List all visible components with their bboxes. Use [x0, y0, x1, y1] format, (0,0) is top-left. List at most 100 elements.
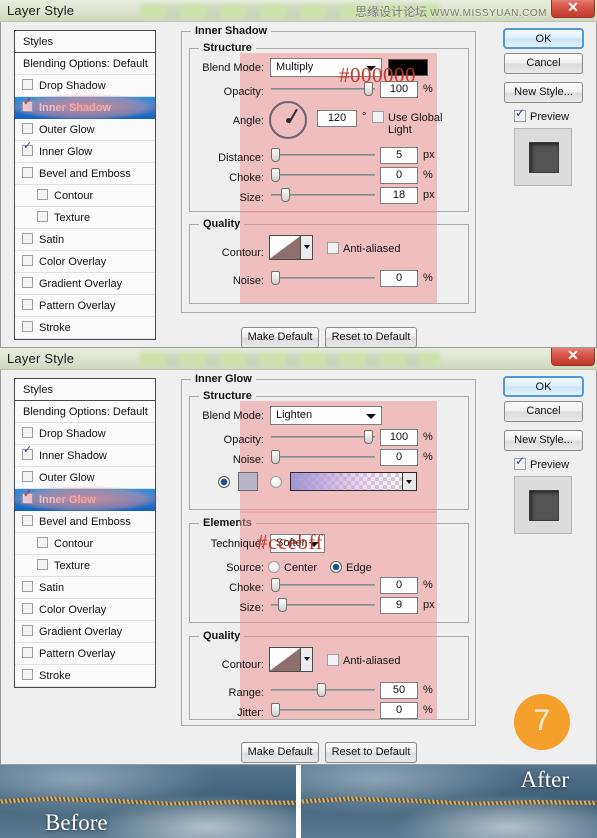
- styles-item-pattern-overlay[interactable]: Pattern Overlay: [15, 643, 155, 665]
- new-style-button[interactable]: New Style...: [504, 82, 583, 103]
- checkbox-icon[interactable]: [22, 515, 33, 526]
- checkbox-icon[interactable]: [22, 299, 33, 310]
- angle-input[interactable]: 120: [317, 110, 357, 127]
- styles-item-inner-glow[interactable]: Inner Glow: [15, 141, 155, 163]
- styles-item-blending-options[interactable]: Blending Options: Default: [15, 401, 155, 423]
- source-edge-radio[interactable]: [330, 561, 342, 573]
- styles-item-inner-shadow[interactable]: Inner Shadow: [15, 445, 155, 467]
- checkbox-icon[interactable]: [22, 321, 33, 332]
- glow-color-swatch[interactable]: [238, 472, 258, 491]
- styles-item-color-overlay[interactable]: Color Overlay: [15, 251, 155, 273]
- chevron-down-icon[interactable]: [403, 472, 417, 491]
- styles-item-drop-shadow[interactable]: Drop Shadow: [15, 423, 155, 445]
- styles-item-gradient-overlay[interactable]: Gradient Overlay: [15, 273, 155, 295]
- slider-thumb[interactable]: [271, 703, 280, 717]
- checkbox-icon[interactable]: [22, 255, 33, 266]
- distance-input[interactable]: 5: [380, 147, 418, 164]
- dialog2-titlebar[interactable]: Layer Style ✕: [0, 348, 597, 370]
- choke-input[interactable]: 0: [380, 167, 418, 184]
- slider-thumb[interactable]: [278, 598, 287, 612]
- checkbox-icon[interactable]: [22, 669, 33, 680]
- styles-item-bevel-and-emboss[interactable]: Bevel and Emboss: [15, 163, 155, 185]
- preview-checkbox[interactable]: [514, 106, 526, 122]
- angle-dial[interactable]: [269, 101, 307, 139]
- slider-thumb[interactable]: [317, 683, 326, 697]
- checkbox-icon[interactable]: [22, 141, 33, 156]
- slider-thumb[interactable]: [281, 188, 290, 202]
- checkbox-icon[interactable]: [37, 559, 48, 570]
- checkbox-icon[interactable]: [22, 277, 33, 288]
- styles-item-inner-glow[interactable]: Inner Glow: [15, 489, 155, 511]
- checkbox-icon[interactable]: [22, 581, 33, 592]
- source-center-radio[interactable]: [268, 561, 280, 573]
- styles-item-pattern-overlay[interactable]: Pattern Overlay: [15, 295, 155, 317]
- noise-slider[interactable]: [271, 271, 375, 285]
- checkbox-icon[interactable]: [22, 445, 33, 460]
- checkbox-icon[interactable]: [22, 471, 33, 482]
- noise-input[interactable]: 0: [380, 449, 418, 466]
- contour-preset-picker[interactable]: [269, 235, 313, 260]
- blend-mode-select[interactable]: Lighten: [270, 406, 382, 425]
- size-input[interactable]: 9: [380, 597, 418, 614]
- cancel-button[interactable]: Cancel: [504, 401, 583, 422]
- checkbox-icon[interactable]: [22, 647, 33, 658]
- jitter-input[interactable]: 0: [380, 702, 418, 719]
- checkbox-icon[interactable]: [37, 189, 48, 200]
- slider-thumb[interactable]: [271, 168, 280, 182]
- styles-item-blending-options[interactable]: Blending Options: Default: [15, 53, 155, 75]
- checkbox-icon[interactable]: [22, 97, 33, 112]
- styles-item-gradient-overlay[interactable]: Gradient Overlay: [15, 621, 155, 643]
- styles-item-contour[interactable]: Contour: [15, 533, 155, 555]
- slider-thumb[interactable]: [271, 578, 280, 592]
- slider-thumb[interactable]: [271, 271, 280, 285]
- preview-checkbox[interactable]: [514, 454, 526, 470]
- chevron-down-icon[interactable]: [300, 648, 312, 671]
- styles-item-texture[interactable]: Texture: [15, 555, 155, 577]
- checkbox-icon[interactable]: [22, 123, 33, 134]
- anti-aliased-checkbox[interactable]: [327, 654, 339, 666]
- cancel-button[interactable]: Cancel: [504, 53, 583, 74]
- chevron-down-icon[interactable]: [300, 236, 312, 259]
- glow-fill-gradient-radio[interactable]: [270, 476, 282, 488]
- checkbox-icon[interactable]: [22, 167, 33, 178]
- styles-item-drop-shadow[interactable]: Drop Shadow: [15, 75, 155, 97]
- checkbox-icon[interactable]: [37, 537, 48, 548]
- use-global-light-checkbox[interactable]: [372, 111, 384, 123]
- make-default-button[interactable]: Make Default: [241, 742, 319, 763]
- checkbox-icon[interactable]: [22, 79, 33, 90]
- close-icon[interactable]: ✕: [551, 348, 595, 366]
- styles-item-inner-shadow[interactable]: Inner Shadow: [15, 97, 155, 119]
- distance-slider[interactable]: [271, 148, 375, 162]
- slider-thumb[interactable]: [364, 430, 373, 444]
- noise-slider[interactable]: [271, 450, 375, 464]
- styles-list[interactable]: Blending Options: Default Drop Shadow In…: [14, 53, 156, 340]
- styles-item-color-overlay[interactable]: Color Overlay: [15, 599, 155, 621]
- slider-thumb[interactable]: [271, 450, 280, 464]
- checkbox-icon[interactable]: [22, 625, 33, 636]
- choke-input[interactable]: 0: [380, 577, 418, 594]
- styles-item-outer-glow[interactable]: Outer Glow: [15, 119, 155, 141]
- opacity-slider[interactable]: [271, 430, 375, 444]
- ok-button[interactable]: OK: [503, 28, 584, 49]
- glow-fill-color-radio[interactable]: [218, 476, 230, 488]
- noise-input[interactable]: 0: [380, 270, 418, 287]
- reset-to-default-button[interactable]: Reset to Default: [325, 327, 417, 348]
- size-input[interactable]: 18: [380, 187, 418, 204]
- checkbox-icon[interactable]: [22, 603, 33, 614]
- make-default-button[interactable]: Make Default: [241, 327, 319, 348]
- checkbox-icon[interactable]: [22, 233, 33, 244]
- ok-button[interactable]: OK: [503, 376, 584, 397]
- styles-item-outer-glow[interactable]: Outer Glow: [15, 467, 155, 489]
- close-icon[interactable]: ✕: [551, 0, 595, 18]
- opacity-input[interactable]: 100: [380, 429, 418, 446]
- styles-list[interactable]: Blending Options: Default Drop Shadow In…: [14, 401, 156, 688]
- size-slider[interactable]: [271, 188, 375, 202]
- anti-aliased-checkbox[interactable]: [327, 242, 339, 254]
- contour-preset-picker[interactable]: [269, 647, 313, 672]
- checkbox-icon[interactable]: [22, 427, 33, 438]
- checkbox-icon[interactable]: [37, 211, 48, 222]
- reset-to-default-button[interactable]: Reset to Default: [325, 742, 417, 763]
- checkbox-icon[interactable]: [22, 489, 33, 504]
- range-input[interactable]: 50: [380, 682, 418, 699]
- styles-item-bevel-and-emboss[interactable]: Bevel and Emboss: [15, 511, 155, 533]
